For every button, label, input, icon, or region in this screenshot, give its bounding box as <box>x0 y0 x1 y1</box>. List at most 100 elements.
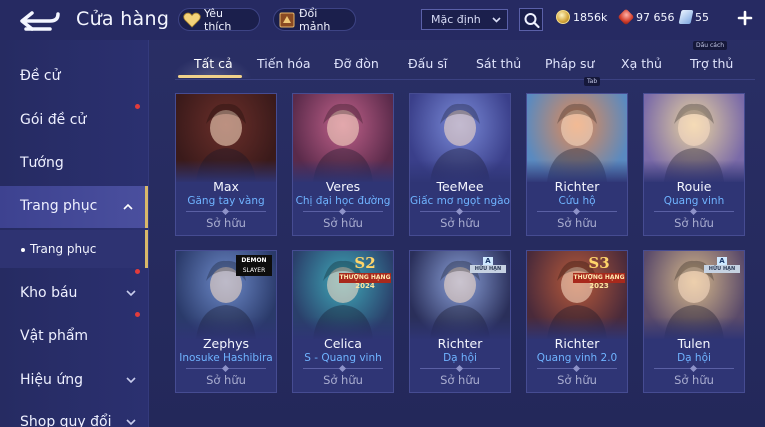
notification-dot <box>135 312 140 317</box>
skin-name: Giấc mơ ngọt ngào <box>410 195 510 207</box>
skin-card[interactable]: TeeMee Giấc mơ ngọt ngào Sở hữu <box>409 93 511 236</box>
skin-name: Dạ hội <box>677 352 711 364</box>
tab-marksman[interactable]: Xạ thủ <box>621 56 662 71</box>
hero-name: Veres <box>325 179 361 194</box>
ownership-status: Sở hữu <box>440 373 480 387</box>
fragment-exchange-button[interactable]: Đổi mảnh <box>273 6 356 33</box>
tab-assassin[interactable]: Sát thủ <box>476 56 521 71</box>
chevron-down-icon <box>126 419 136 426</box>
keyboard-hint-space: Dấu cách <box>693 41 728 50</box>
divider <box>654 211 734 212</box>
rank-season-badge: S2 THƯỢNG HẠNG 2024 <box>339 254 391 290</box>
sidebar-item-heroes[interactable]: Tướng <box>0 143 148 185</box>
skin-card[interactable]: Max Găng tay vàng Sở hữu <box>175 93 277 236</box>
rank-season-badge: S3 THƯỢNG HẠNG 2023 <box>573 254 625 290</box>
divider <box>186 368 266 369</box>
sidebar-subitem-label: Trang phục <box>30 242 97 256</box>
sidebar-item-label: Shop quy đổi <box>20 414 112 427</box>
fragment-icon <box>278 12 296 28</box>
sidebar-item-bundles[interactable]: Gói đề cử <box>0 100 148 142</box>
ownership-status: Sở hữu <box>557 216 597 230</box>
collab-logo-bottom: SLAYER <box>236 266 272 276</box>
hero-name: Tulen <box>677 336 711 351</box>
tab-evolution[interactable]: Tiến hóa <box>257 56 311 71</box>
page-title: Cửa hàng <box>76 8 170 30</box>
season-year: 2023 <box>589 282 609 290</box>
gold-coin-icon <box>556 10 570 24</box>
sidebar-item-label: Gói đề cử <box>20 112 87 128</box>
back-arrow-icon <box>20 11 60 31</box>
tab-mage[interactable]: Pháp sư <box>545 56 594 71</box>
skin-card[interactable]: DEMON SLAYER Zephys Inosuke Hashibira Sở hữu <box>175 250 277 393</box>
role-tabs: Tất cả Tiến hóa Đỡ đòn Đấu sĩ Sát thủ Ph… <box>175 52 755 80</box>
skin-card[interactable]: Veres Chị đại học đường Sở hữu <box>292 93 394 236</box>
sidebar-item-effects[interactable]: Hiệu ứng <box>0 360 148 402</box>
tab-all[interactable]: Tất cả <box>194 56 233 71</box>
skin-card[interactable]: A HỮU HẠN Richter Dạ hội Sở hữu <box>409 250 511 393</box>
hero-name: Rouie <box>676 179 712 194</box>
ruby-value: 97 656 <box>636 10 675 24</box>
skin-name: Inosuke Hashibira <box>179 352 273 364</box>
ownership-status: Sở hữu <box>674 373 714 387</box>
ruby-balance: 97 656 <box>617 8 675 26</box>
sidebar-item-treasure[interactable]: Kho báu <box>0 269 148 315</box>
season-year: 2024 <box>355 282 375 290</box>
skin-card[interactable]: A HỮU HẠN Tulen Dạ hội Sở hữu <box>643 250 745 393</box>
collab-logo-top: DEMON <box>236 255 272 266</box>
sidebar-item-exchange-shop[interactable]: Shop quy đổi <box>0 402 148 427</box>
shop-screen: Cửa hàng Yêu thích Đổi mảnh Mặc định 185… <box>0 0 765 427</box>
season-label: S2 <box>354 254 376 272</box>
gold-value: 1856k <box>573 10 608 24</box>
fragment-exchange-label: Đổi mảnh <box>299 6 331 33</box>
ownership-status: Sở hữu <box>323 373 363 387</box>
voucher-balance: 55 <box>678 10 709 24</box>
sort-value: Mặc định <box>431 13 481 26</box>
ownership-status: Sở hữu <box>206 373 246 387</box>
skin-card[interactable]: Rouie Quang vinh Sở hữu <box>643 93 745 236</box>
skin-name: Quang vinh 2.0 <box>536 352 618 364</box>
gold-balance: 1856k <box>556 10 607 24</box>
top-bar: Cửa hàng Yêu thích Đổi mảnh Mặc định 185… <box>0 0 765 40</box>
notification-dot <box>135 269 140 274</box>
divider <box>537 211 617 212</box>
sidebar-subitem-skins[interactable]: Trang phục <box>0 230 148 268</box>
divider <box>186 211 266 212</box>
hero-name: Richter <box>554 179 600 194</box>
skin-card[interactable]: S2 THƯỢNG HẠNG 2024 Celica S - Quang vinh Sở … <box>292 250 394 393</box>
search-button[interactable] <box>519 8 543 31</box>
ownership-status: Sở hữu <box>557 373 597 387</box>
sidebar-item-label: Vật phẩm <box>20 328 89 344</box>
bullet-icon <box>21 247 25 252</box>
back-button[interactable] <box>18 8 62 34</box>
divider <box>420 211 500 212</box>
sort-dropdown[interactable]: Mặc định <box>421 9 508 30</box>
heart-icon <box>183 12 201 28</box>
limited-badge: A HỮU HẠN <box>704 257 740 275</box>
sidebar-item-items[interactable]: Vật phẩm <box>0 312 148 358</box>
skin-name: Dạ hội <box>443 352 477 364</box>
favorites-button[interactable]: Yêu thích <box>178 7 260 33</box>
sidebar-item-skins[interactable]: Trang phục <box>0 186 148 228</box>
skin-card[interactable]: Richter Cứu hộ Sở hữu <box>526 93 628 236</box>
limited-label: HỮU HẠN <box>704 265 740 273</box>
tab-tank[interactable]: Đỡ đòn <box>334 56 379 71</box>
sidebar-item-label: Tướng <box>20 155 64 171</box>
sidebar-item-recommended[interactable]: Đề cử <box>0 56 148 98</box>
skin-name: Găng tay vàng <box>187 195 265 207</box>
tab-fighter[interactable]: Đấu sĩ <box>408 56 447 71</box>
voucher-icon <box>678 10 694 24</box>
hero-name: Max <box>213 179 239 194</box>
active-tab-indicator <box>178 75 242 78</box>
add-currency-button[interactable] <box>736 8 754 28</box>
ownership-status: Sở hữu <box>206 216 246 230</box>
divider <box>303 211 383 212</box>
skin-name: Chị đại học đường <box>295 195 391 207</box>
collab-logo: DEMON SLAYER <box>236 255 272 277</box>
skin-artwork <box>644 94 744 182</box>
ownership-status: Sở hữu <box>323 216 363 230</box>
tab-support[interactable]: Trợ thủ <box>690 56 733 71</box>
chevron-down-icon <box>126 290 136 297</box>
ownership-status: Sở hữu <box>674 216 714 230</box>
skin-card[interactable]: S3 THƯỢNG HẠNG 2023 Richter Quang vinh 2.0 Sở… <box>526 250 628 393</box>
hero-name: Celica <box>324 336 362 351</box>
